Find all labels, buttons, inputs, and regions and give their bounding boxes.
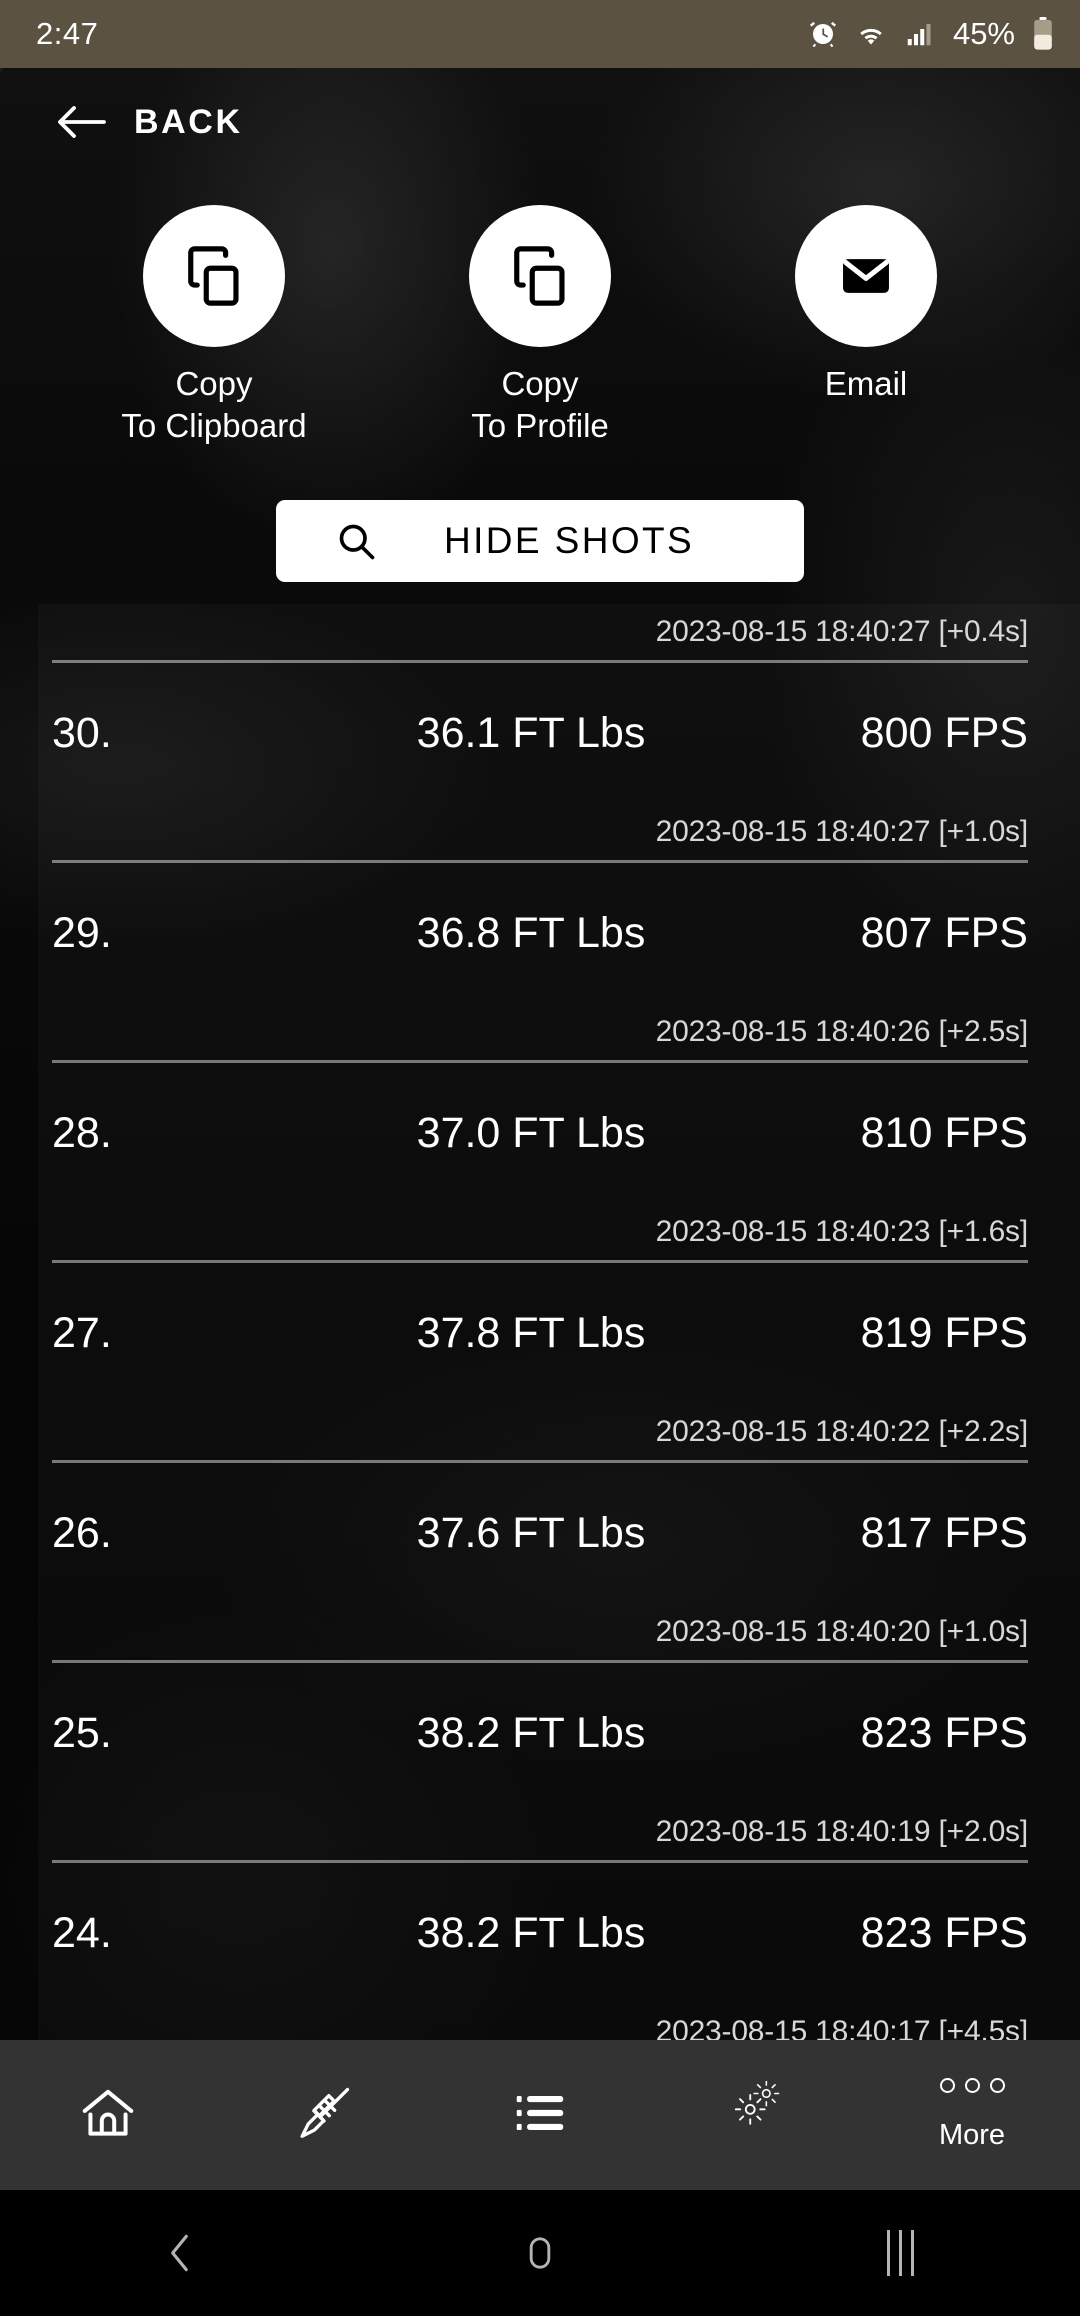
wifi-icon (860, 28, 882, 45)
tab-more[interactable]: More (864, 2040, 1080, 2190)
tab-rifle[interactable] (216, 2040, 432, 2190)
copy-icon (188, 246, 239, 306)
email-circle[interactable] (795, 205, 937, 347)
copy-to-clipboard-circle[interactable] (143, 205, 285, 347)
home-icon (82, 2089, 134, 2136)
more-dots-icon (939, 2078, 1005, 2093)
bottom-tab-bar: More (0, 2040, 1080, 2190)
nav-back-button[interactable] (0, 2228, 360, 2278)
email-label-line1: Email (824, 365, 908, 402)
back-label: BACK (134, 102, 243, 141)
nav-recents-button[interactable] (720, 2230, 1080, 2276)
copy-to-profile-circle[interactable] (469, 205, 611, 347)
battery-icon (1034, 17, 1052, 50)
more-dot (989, 2078, 1005, 2093)
shot-list[interactable]: 2023-08-15 18:40:27 [+0.4s] 30. 36.1 FT Lb… (0, 604, 1080, 2040)
copy-to-profile-label-line2: To Profile (471, 406, 609, 444)
more-dot (939, 2078, 955, 2093)
email-button[interactable]: Email (741, 205, 991, 446)
rifle-icon (300, 2087, 350, 2138)
copy-to-profile-label: Copy To Profile (471, 363, 609, 446)
back-button[interactable]: BACK (0, 82, 1080, 162)
copy-to-clipboard-button[interactable]: Copy To Clipboard (89, 205, 339, 446)
copy-to-clipboard-label: Copy To Clipboard (121, 363, 306, 446)
nav-home-button[interactable] (360, 2228, 720, 2278)
arrow-left-icon (58, 106, 106, 138)
tab-home[interactable] (0, 2040, 216, 2190)
nav-back-icon (171, 2234, 188, 2272)
tab-settings[interactable] (648, 2040, 864, 2190)
tab-list[interactable] (432, 2040, 648, 2190)
signal-icon (907, 24, 931, 46)
search-icon (339, 524, 375, 560)
nav-recents-icon (886, 2230, 914, 2276)
status-clock: 2:47 (36, 16, 99, 51)
status-bar: 2:47 45% (0, 0, 1080, 68)
gears-icon (734, 2081, 780, 2125)
more-dot (964, 2078, 980, 2093)
phone-screen: 2:47 45% BACK Copy To Clipboard Copy To … (0, 0, 1080, 2316)
list-icon (516, 2095, 564, 2131)
hide-shots-button[interactable]: HIDE SHOTS (276, 500, 804, 582)
action-buttons-row: Copy To Clipboard Copy To Profile Email (0, 205, 1080, 446)
hide-shots-label: HIDE SHOTS (444, 520, 695, 561)
email-icon (843, 259, 889, 293)
nav-home-icon (529, 2237, 551, 2269)
status-icons: 45% (808, 16, 1054, 52)
battery-percent: 45% (952, 16, 1015, 51)
email-label: Email (825, 363, 908, 405)
copy-to-profile-label-line1: Copy (501, 365, 579, 402)
copy-to-profile-button[interactable]: Copy To Profile (415, 205, 665, 446)
shot-list-panel (38, 604, 1080, 2040)
android-navigation-bar (0, 2190, 1080, 2316)
copy-to-clipboard-label-line1: Copy (175, 365, 253, 402)
tab-more-label: More (938, 2119, 1006, 2151)
alarm-icon (809, 21, 836, 48)
copy-to-clipboard-label-line2: To Clipboard (121, 406, 307, 444)
copy-icon (514, 246, 565, 306)
